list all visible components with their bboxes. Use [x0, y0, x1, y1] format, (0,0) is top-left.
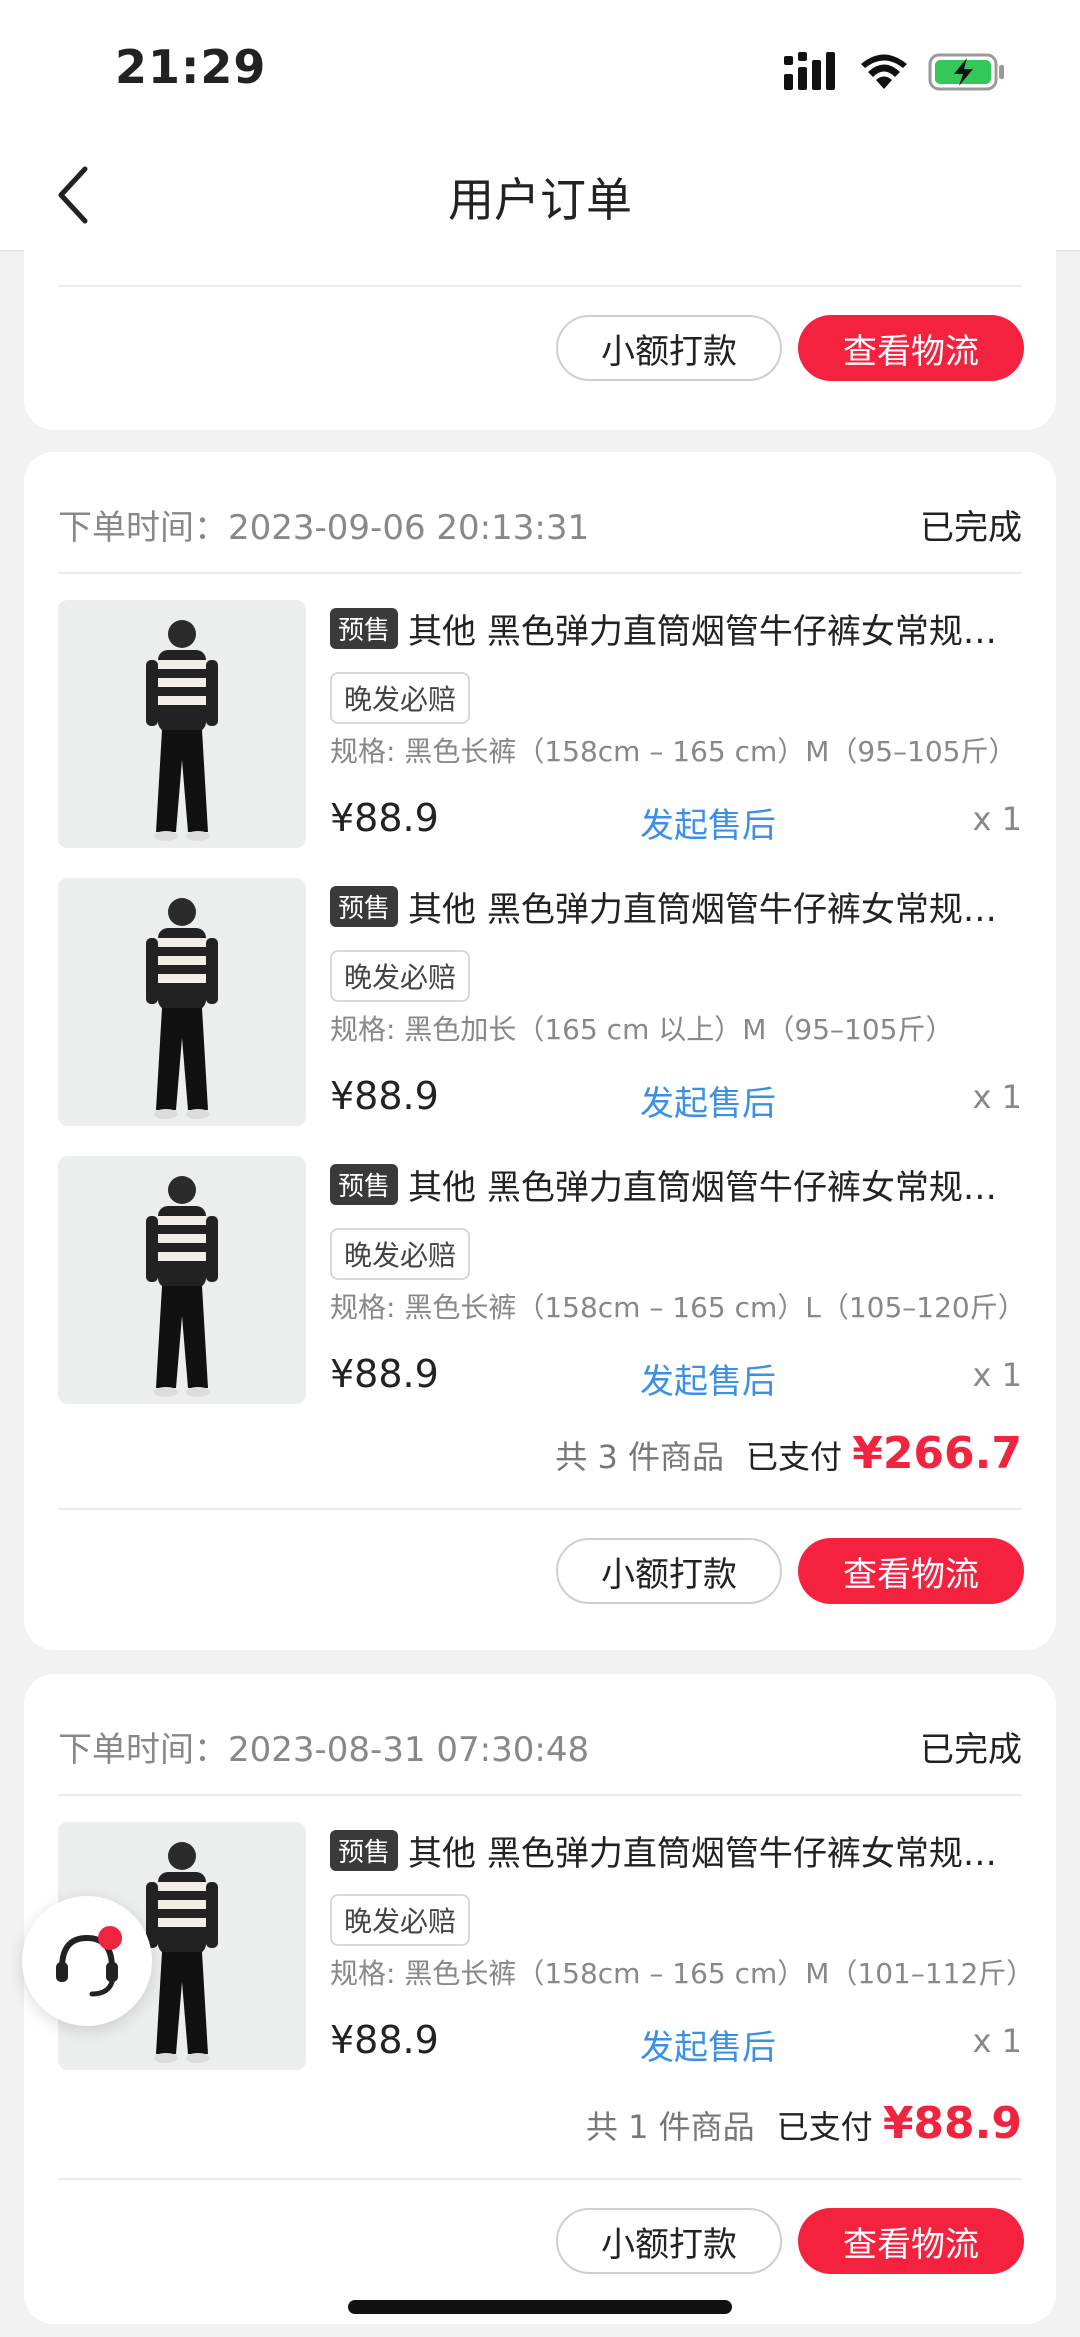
- order-header: 下单时间：2023-09-06 20:13:31 已完成: [58, 500, 1022, 560]
- order-time: 下单时间：2023-08-31 07:30:48: [58, 1730, 590, 1770]
- paid-total: ¥266.7: [852, 1428, 1022, 1479]
- item-price: ¥88.9: [330, 1352, 439, 1396]
- order-item[interactable]: 预售 其他 黑色弹力直筒烟管牛仔裤女常规… 晚发必赔 规格: 黑色长裤（158cm…: [58, 1156, 1022, 1406]
- item-quantity: x 1: [972, 2022, 1022, 2060]
- presale-badge: 预售: [330, 1164, 399, 1205]
- divider: [58, 1794, 1022, 1796]
- customer-service-button[interactable]: [22, 1896, 152, 2026]
- late-compensation-tag: 晚发必赔: [330, 672, 471, 724]
- after-sale-link[interactable]: 发起售后: [640, 1354, 776, 1403]
- item-title: 其他 黑色弹力直筒烟管牛仔裤女常规…: [408, 1168, 997, 1208]
- paid-label: 已支付: [746, 1438, 843, 1476]
- divider: [58, 285, 1022, 287]
- late-compensation-tag: 晚发必赔: [330, 950, 471, 1002]
- order-card-previous: 小额打款 查看物流: [24, 250, 1056, 430]
- page-title: 用户订单: [448, 173, 632, 227]
- product-image[interactable]: [58, 600, 306, 848]
- status-icons: [784, 50, 1008, 94]
- item-price: ¥88.9: [330, 2018, 439, 2062]
- status-bar: 21:29: [0, 0, 1080, 140]
- order-header: 下单时间：2023-08-31 07:30:48 已完成: [58, 1722, 1022, 1782]
- presale-badge: 预售: [330, 886, 399, 927]
- view-logistics-button[interactable]: 查看物流: [798, 2208, 1024, 2274]
- headset-icon: [56, 1934, 118, 1997]
- item-info: 预售 其他 黑色弹力直筒烟管牛仔裤女常规… 晚发必赔 规格: 黑色长裤（158cm…: [330, 1822, 1022, 2072]
- order-item[interactable]: 预售 其他 黑色弹力直筒烟管牛仔裤女常规… 晚发必赔 规格: 黑色长裤（158cm…: [58, 600, 1022, 850]
- order-item[interactable]: 预售 其他 黑色弹力直筒烟管牛仔裤女常规… 晚发必赔 规格: 黑色长裤（158cm…: [58, 1822, 1022, 2072]
- small-transfer-button[interactable]: 小额打款: [556, 2208, 782, 2274]
- item-info: 预售 其他 黑色弹力直筒烟管牛仔裤女常规… 晚发必赔 规格: 黑色加长（165 c…: [330, 878, 1022, 1128]
- product-image[interactable]: [58, 878, 306, 1126]
- late-compensation-tag: 晚发必赔: [330, 1894, 471, 1946]
- small-transfer-button[interactable]: 小额打款: [556, 1538, 782, 1604]
- order-status: 已完成: [920, 508, 1022, 548]
- view-logistics-button[interactable]: 查看物流: [798, 315, 1024, 381]
- item-quantity: x 1: [972, 1078, 1022, 1116]
- product-photo-illustration: [58, 1156, 306, 1404]
- item-title-line[interactable]: 预售 其他 黑色弹力直筒烟管牛仔裤女常规…: [330, 1160, 1022, 1208]
- product-image[interactable]: [58, 1156, 306, 1404]
- item-title: 其他 黑色弹力直筒烟管牛仔裤女常规…: [408, 1834, 997, 1874]
- order-time: 下单时间：2023-09-06 20:13:31: [58, 508, 590, 548]
- item-title: 其他 黑色弹力直筒烟管牛仔裤女常规…: [408, 612, 997, 652]
- after-sale-link[interactable]: 发起售后: [640, 798, 776, 847]
- item-spec: 规格: 黑色长裤（158cm – 165 cm）M（95–105斤）: [330, 735, 1017, 768]
- small-transfer-button[interactable]: 小额打款: [556, 315, 782, 381]
- battery-charging-icon: [928, 53, 1004, 91]
- nav-bar: 用户订单: [0, 140, 1080, 252]
- home-indicator: [348, 2300, 732, 2314]
- paid-label: 已支付: [776, 2108, 873, 2146]
- item-spec: 规格: 黑色加长（165 cm 以上）M（95–105斤）: [330, 1013, 954, 1046]
- order-summary: 共 3 件商品 已支付 ¥266.7: [555, 1428, 1022, 1479]
- item-count: 共 1 件商品: [585, 2108, 755, 2146]
- item-count: 共 3 件商品: [555, 1438, 725, 1476]
- presale-badge: 预售: [330, 1830, 399, 1871]
- item-quantity: x 1: [972, 1356, 1022, 1394]
- item-price: ¥88.9: [330, 1074, 439, 1118]
- status-time: 21:29: [115, 40, 267, 94]
- product-photo-illustration: [58, 878, 306, 1126]
- notification-dot: [98, 1926, 122, 1950]
- divider: [58, 1508, 1022, 1510]
- view-logistics-button[interactable]: 查看物流: [798, 1538, 1024, 1604]
- presale-badge: 预售: [330, 608, 399, 649]
- item-info: 预售 其他 黑色弹力直筒烟管牛仔裤女常规… 晚发必赔 规格: 黑色长裤（158cm…: [330, 1156, 1022, 1406]
- product-photo-illustration: [58, 600, 306, 848]
- item-info: 预售 其他 黑色弹力直筒烟管牛仔裤女常规… 晚发必赔 规格: 黑色长裤（158cm…: [330, 600, 1022, 850]
- order-item[interactable]: 预售 其他 黑色弹力直筒烟管牛仔裤女常规… 晚发必赔 规格: 黑色加长（165 c…: [58, 878, 1022, 1128]
- item-title-line[interactable]: 预售 其他 黑色弹力直筒烟管牛仔裤女常规…: [330, 604, 1022, 652]
- item-title-line[interactable]: 预售 其他 黑色弹力直筒烟管牛仔裤女常规…: [330, 882, 1022, 930]
- paid-total: ¥88.9: [882, 2098, 1022, 2149]
- order-summary: 共 1 件商品 已支付 ¥88.9: [586, 2098, 1022, 2149]
- item-title-line[interactable]: 预售 其他 黑色弹力直筒烟管牛仔裤女常规…: [330, 1826, 1022, 1874]
- late-compensation-tag: 晚发必赔: [330, 1228, 471, 1280]
- item-price: ¥88.9: [330, 796, 439, 840]
- wifi-icon: [861, 54, 907, 89]
- signal-icon: [784, 52, 835, 90]
- divider: [58, 2178, 1022, 2180]
- after-sale-link[interactable]: 发起售后: [640, 1076, 776, 1125]
- after-sale-link[interactable]: 发起售后: [640, 2020, 776, 2069]
- order-status: 已完成: [920, 1730, 1022, 1770]
- order-card: 下单时间：2023-09-06 20:13:31 已完成 预售 其他 黑色弹力直筒…: [24, 452, 1056, 1650]
- divider: [58, 572, 1022, 574]
- order-card: 下单时间：2023-08-31 07:30:48 已完成 预售 其他 黑色弹力直筒…: [24, 1674, 1056, 2324]
- item-title: 其他 黑色弹力直筒烟管牛仔裤女常规…: [408, 890, 997, 930]
- item-spec: 规格: 黑色长裤（158cm – 165 cm）L（105–120斤）: [330, 1291, 1022, 1324]
- item-spec: 规格: 黑色长裤（158cm – 165 cm）M（101–112斤）: [330, 1957, 1022, 1990]
- item-quantity: x 1: [972, 800, 1022, 838]
